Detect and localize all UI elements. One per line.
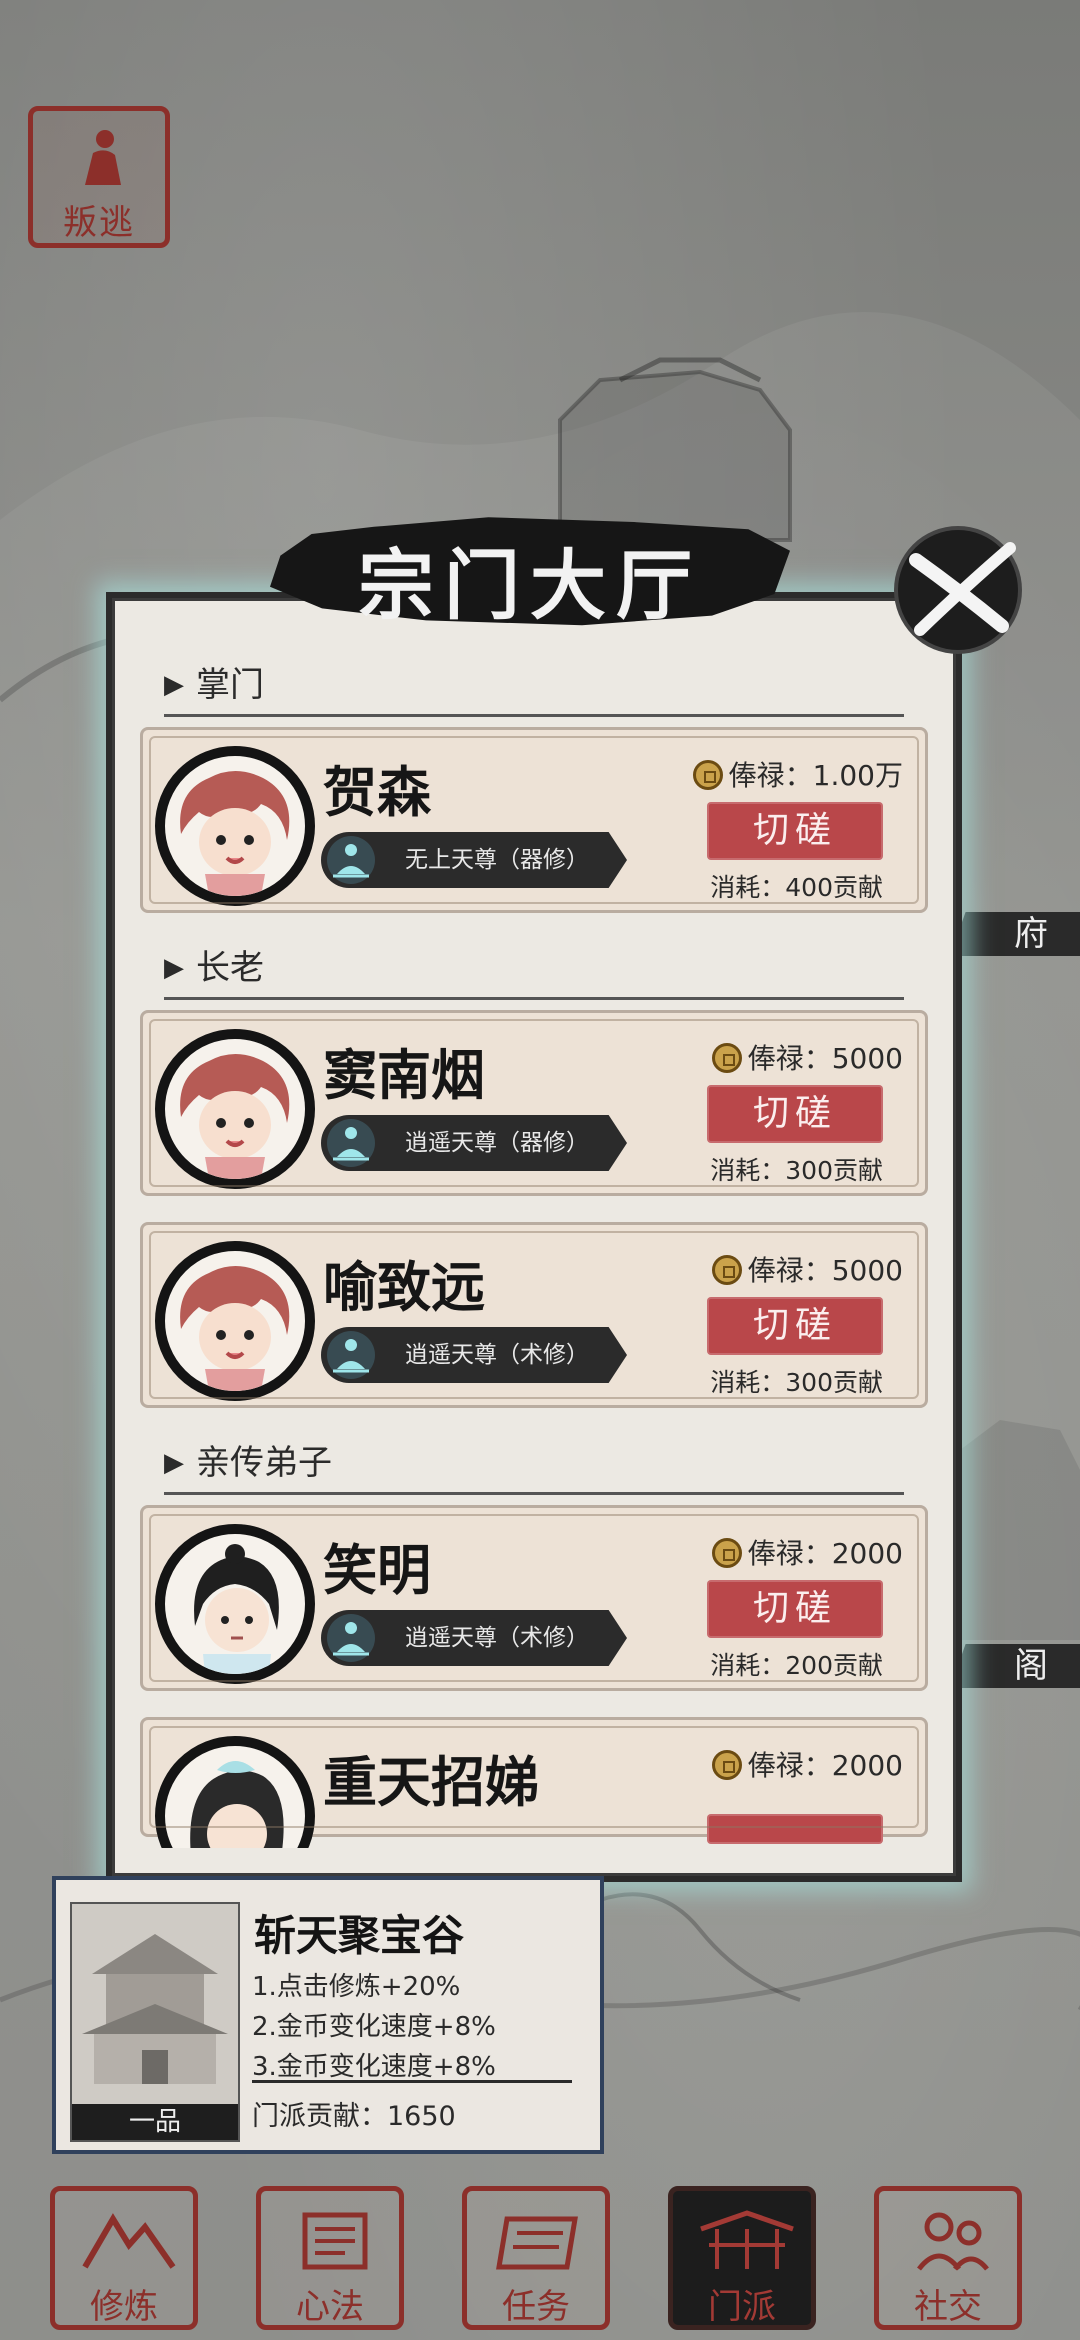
- side-building-label-2[interactable]: 阁: [950, 1644, 1080, 1688]
- triangle-bullet-icon: ▶: [164, 670, 184, 700]
- fleeing-figure-icon: [85, 130, 121, 185]
- meditation-lotus-icon: [327, 836, 375, 884]
- avatar: [155, 1736, 315, 1848]
- red-hair-girl-avatar-icon: [180, 1054, 290, 1179]
- member-name: 窦南烟: [323, 1043, 485, 1107]
- coin-icon: [711, 1750, 742, 1780]
- section-heading-leader: ▶ 掌门: [164, 656, 904, 717]
- nav-sect[interactable]: 门派: [668, 2186, 816, 2330]
- avatar: [155, 1029, 315, 1189]
- spar-button-partial[interactable]: [707, 1814, 883, 1844]
- salary: 俸禄：1.00万: [692, 754, 903, 794]
- cultivation-rank-badge: 无上天尊（器修）: [321, 832, 627, 888]
- people-icon: [917, 2212, 989, 2271]
- sect-hall-dialog: ▶ 掌门 贺森 无上天尊（器修） 俸禄：1.00万 切磋 消耗：400贡献 ▶ …: [106, 592, 962, 1882]
- salary: 俸禄：5000: [711, 1249, 903, 1289]
- sect-bonus: 3.金币变化速度+8%: [252, 2052, 496, 2082]
- avatar: [155, 746, 315, 906]
- meditation-lotus-icon: [327, 1331, 375, 1379]
- sect-info-panel[interactable]: 一品 斩天聚宝谷 1.点击修炼+20% 2.金币变化速度+8% 3.金币变化速度…: [52, 1876, 604, 2154]
- triangle-bullet-icon: ▶: [164, 953, 184, 983]
- salary: 俸禄：5000: [711, 1037, 903, 1077]
- triangle-bullet-icon: ▶: [164, 1448, 184, 1478]
- dialog-title-banner: 宗门大厅: [270, 510, 790, 630]
- black-hair-girl-avatar-icon: [190, 1761, 284, 1848]
- member-name: 笑明: [323, 1538, 431, 1602]
- coin-icon: [711, 1255, 742, 1285]
- member-card[interactable]: 贺森 无上天尊（器修） 俸禄：1.00万 切磋 消耗：400贡献: [140, 727, 928, 913]
- member-list[interactable]: ▶ 掌门 贺森 无上天尊（器修） 俸禄：1.00万 切磋 消耗：400贡献 ▶ …: [134, 646, 934, 1848]
- avatar: [155, 1241, 315, 1401]
- sect-grade: 一品: [72, 2104, 238, 2140]
- task-scroll-icon: [496, 2216, 578, 2270]
- defect-label: 叛逃: [63, 203, 135, 243]
- coin-icon: [711, 1043, 742, 1073]
- sect-contribution: 门派贡献：1650: [252, 2101, 456, 2132]
- sect-building-thumbnail: 一品: [70, 1902, 240, 2142]
- cultivation-rank-badge: 逍遥天尊（器修）: [321, 1115, 627, 1171]
- cultivation-rank-badge: 逍遥天尊（术修）: [321, 1327, 627, 1383]
- scroll-icon: [302, 2212, 368, 2270]
- member-card[interactable]: 窦南烟 逍遥天尊（器修） 俸禄：5000 切磋 消耗：300贡献: [140, 1010, 928, 1196]
- sect-gate-icon: [700, 2210, 794, 2269]
- side-building-label-1[interactable]: 府: [950, 912, 1080, 956]
- coin-icon: [711, 1538, 742, 1568]
- divider: [252, 2080, 572, 2083]
- nav-techniques[interactable]: 心法: [256, 2186, 404, 2330]
- member-card[interactable]: 喻致远 逍遥天尊（术修） 俸禄：5000 切磋 消耗：300贡献: [140, 1222, 928, 1408]
- red-hair-girl-avatar-icon: [180, 1266, 290, 1391]
- black-hair-boy-avatar-icon: [194, 1544, 279, 1674]
- member-name: 重天招娣: [323, 1750, 539, 1814]
- sect-name: 斩天聚宝谷: [254, 1911, 465, 1960]
- spar-button[interactable]: 切磋: [707, 1297, 883, 1355]
- close-icon: [909, 542, 1016, 636]
- sect-bonus: 1.点击修炼+20%: [252, 1972, 461, 2002]
- spar-button[interactable]: 切磋: [707, 802, 883, 860]
- member-card[interactable]: 重天招娣 俸禄：2000: [140, 1717, 928, 1848]
- meditation-lotus-icon: [327, 1614, 375, 1662]
- cultivation-rank-badge: 逍遥天尊（术修）: [321, 1610, 627, 1666]
- red-hair-girl-avatar-icon: [180, 771, 290, 896]
- section-heading-elders: ▶ 长老: [164, 939, 904, 1000]
- meditation-lotus-icon: [327, 1119, 375, 1167]
- member-name: 喻致远: [323, 1255, 485, 1319]
- sect-building-icon: [82, 1934, 228, 2084]
- member-name: 贺森: [323, 760, 431, 824]
- avatar: [155, 1524, 315, 1684]
- spar-button[interactable]: 切磋: [707, 1580, 883, 1638]
- nav-social[interactable]: 社交: [874, 2186, 1022, 2330]
- coin-icon: [692, 760, 723, 790]
- sect-bonus: 2.金币变化速度+8%: [252, 2012, 496, 2042]
- dialog-title: 宗门大厅: [358, 541, 702, 630]
- member-card[interactable]: 笑明 逍遥天尊（术修） 俸禄：2000 切磋 消耗：200贡献: [140, 1505, 928, 1691]
- contribution-cost: 消耗：200贡献: [710, 1651, 883, 1680]
- salary: 俸禄：2000: [711, 1744, 903, 1784]
- contribution-cost: 消耗：300贡献: [710, 1368, 883, 1397]
- section-heading-disciples: ▶ 亲传弟子: [164, 1434, 904, 1495]
- spar-button[interactable]: 切磋: [707, 1085, 883, 1143]
- contribution-cost: 消耗：400贡献: [710, 873, 883, 902]
- mountain-icon: [82, 2213, 176, 2269]
- contribution-cost: 消耗：300贡献: [710, 1156, 883, 1185]
- nav-cultivate[interactable]: 修炼: [50, 2186, 198, 2330]
- close-button[interactable]: [898, 530, 1018, 650]
- nav-tasks[interactable]: 任务: [462, 2186, 610, 2330]
- defect-button[interactable]: 叛逃: [28, 106, 170, 248]
- salary: 俸禄：2000: [711, 1532, 903, 1572]
